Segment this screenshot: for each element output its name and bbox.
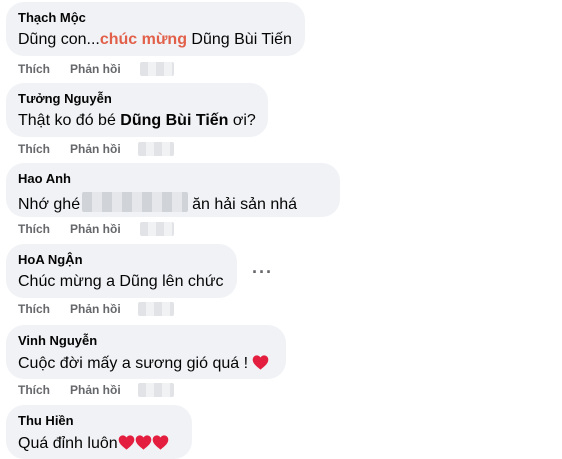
reply-button[interactable]: Phản hồi xyxy=(70,383,121,397)
comment-actions: Thích Phản hồi xyxy=(18,383,121,397)
more-options-icon[interactable]: ··· xyxy=(252,262,273,283)
comment-text-part: Dũng con... xyxy=(18,31,100,48)
comment-text-part: ăn hải sản nhá xyxy=(192,196,298,213)
comment-bubble: HoA NgẬn Chúc mừng a Dũng lên chức xyxy=(6,244,237,298)
heart-emoji-icon xyxy=(253,355,269,370)
comment-text-part: Quá đỉnh luôn xyxy=(18,435,118,452)
comment-text: Nhớ ghé ăn hải sản nhá xyxy=(18,192,297,214)
comment-bubble: Hao Anh Nhớ ghé ăn hải sản nhá xyxy=(6,163,340,217)
comment-author[interactable]: Vinh Nguyễn xyxy=(18,333,97,348)
comment-text: Quá đỉnh luôn xyxy=(18,434,169,453)
comment-bubble: Tưởng Nguyễn Thật ko đó bé Dũng Bùi Tiến… xyxy=(6,83,268,137)
comment-text-part: Thật ko đó bé xyxy=(18,112,121,129)
heart-emoji-icon xyxy=(135,435,151,450)
comment-text-mention[interactable]: Dũng Bùi Tiến xyxy=(120,112,228,129)
comment-actions: Thích Phản hồi xyxy=(18,142,121,156)
comment-bubble: Thu Hiền Quá đỉnh luôn xyxy=(6,405,192,459)
blurred-timestamp xyxy=(138,142,174,156)
comment-text: Dũng con...chúc mừng Dũng Bùi Tiến xyxy=(18,31,292,49)
like-button[interactable]: Thích xyxy=(18,383,50,397)
heart-emoji-icon xyxy=(152,435,168,450)
comment-text-highlight: chúc mừng xyxy=(99,31,187,48)
reply-button[interactable]: Phản hồi xyxy=(70,62,121,76)
comment-text-part: Nhớ ghé xyxy=(18,196,81,213)
comment-author[interactable]: Thạch Mộc xyxy=(18,10,86,25)
comment-bubble: Vinh Nguyễn Cuộc đời mấy a sương gió quá… xyxy=(6,325,286,379)
comment-actions: Thích Phản hồi xyxy=(18,222,121,236)
comment-author[interactable]: Hao Anh xyxy=(18,171,71,186)
blurred-timestamp xyxy=(140,62,174,76)
comment-author[interactable]: Tưởng Nguyễn xyxy=(18,91,112,106)
heart-emoji-icon xyxy=(118,435,134,450)
like-button[interactable]: Thích xyxy=(18,142,50,156)
comment-text: Cuộc đời mấy a sương gió quá ! xyxy=(18,354,269,373)
reply-button[interactable]: Phản hồi xyxy=(70,222,121,236)
comment-text-part: ơi? xyxy=(228,112,256,129)
comment-bubble: Thạch Mộc Dũng con...chúc mừng Dũng Bùi … xyxy=(6,2,305,56)
blurred-timestamp xyxy=(140,222,174,236)
comment-text-part: Dũng Bùi Tiến xyxy=(186,31,292,48)
comment-author[interactable]: Thu Hiền xyxy=(18,413,74,428)
comment-text: Thật ko đó bé Dũng Bùi Tiến ơi? xyxy=(18,112,256,130)
comment-text: Chúc mừng a Dũng lên chức xyxy=(18,273,224,290)
comment-author[interactable]: HoA NgẬn xyxy=(18,252,83,267)
reply-button[interactable]: Phản hồi xyxy=(70,142,121,156)
blurred-text xyxy=(82,192,189,212)
like-button[interactable]: Thích xyxy=(18,62,50,76)
blurred-timestamp xyxy=(138,302,174,316)
like-button[interactable]: Thích xyxy=(18,222,50,236)
comment-actions: Thích Phản hồi xyxy=(18,62,121,76)
comment-text-part: Cuộc đời mấy a sương gió quá ! xyxy=(18,355,249,372)
reply-button[interactable]: Phản hồi xyxy=(70,302,121,316)
like-button[interactable]: Thích xyxy=(18,302,50,316)
blurred-timestamp xyxy=(138,383,174,397)
comment-actions: Thích Phản hồi xyxy=(18,302,121,316)
